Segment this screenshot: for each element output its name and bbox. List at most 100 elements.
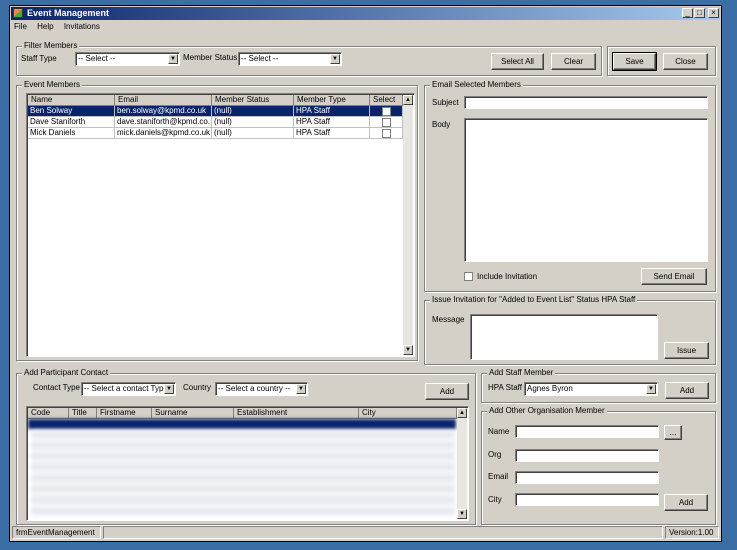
body-textarea[interactable] [464,118,708,262]
menu-help[interactable]: Help [37,22,53,31]
menu-invitations[interactable]: Invitations [64,22,100,31]
scroll-down-icon[interactable]: ▼ [457,509,467,519]
select-all-button[interactable]: Select All [491,53,544,70]
filter-members-group: Filter Members Staff Type -- Select -- ▼… [16,41,602,76]
email-group: Email Selected Members Subject Body Incl… [424,80,716,292]
col-header-surname[interactable]: Surname [152,408,234,419]
issue-button[interactable]: Issue [664,342,709,359]
event-members-label: Event Members [22,80,83,89]
cell-email[interactable]: mick.daniels@kpmd.co.uk [115,128,212,139]
email-input[interactable] [515,471,659,484]
col-header-member-type[interactable]: Member Type [294,95,370,106]
contact-type-label: Contact Type [33,383,80,392]
chevron-down-icon[interactable]: ▼ [168,54,178,64]
cell-name[interactable]: Dave Staniforth [28,117,115,128]
chevron-down-icon[interactable]: ▼ [164,384,174,394]
participant-grid[interactable]: Code Title Firstname Surname Establishme… [26,406,469,521]
cell-status[interactable]: (null) [212,106,294,117]
close-icon[interactable]: × [708,8,719,18]
menu-file[interactable]: File [14,22,27,31]
include-invitation-label[interactable]: Include Invitation [477,272,537,281]
row-select-checkbox[interactable] [382,129,391,138]
col-header-select[interactable]: Select [370,95,403,106]
status-version: Version:1.00 [665,526,719,539]
participant-scrollbar[interactable]: ▲ ▼ [457,408,467,519]
staff-type-value: -- Select -- [78,54,116,63]
cell-email[interactable]: ben.solway@kpmd.co.uk [115,106,212,117]
subject-input[interactable] [464,96,708,109]
col-header-email[interactable]: Email [115,95,212,106]
col-header-city[interactable]: City [359,408,457,419]
hpa-staff-value: Agnes Byron [527,384,573,393]
cell-name[interactable]: Mick Daniels [28,128,115,139]
add-other-org-label: Add Other Organisation Member [487,406,607,415]
members-scrollbar[interactable]: ▲ ▼ [403,95,413,355]
add-participant-label: Add Participant Contact [22,368,111,377]
cell-status[interactable]: (null) [212,117,294,128]
add-participant-group: Add Participant Contact Contact Type -- … [16,368,476,525]
message-textarea[interactable] [470,314,658,360]
cell-type[interactable]: HPA Staff [294,117,370,128]
main-window: Event Management _ □ × File Help Invitat… [9,5,722,542]
row-select-checkbox[interactable] [382,118,391,127]
issue-invitation-label: Issue Invitation for "Added to Event Lis… [430,295,638,304]
col-header-name[interactable]: Name [28,95,115,106]
selected-row-obscured[interactable] [28,419,456,429]
subject-label: Subject [432,98,459,107]
col-header-title[interactable]: Title [69,408,97,419]
browse-button[interactable]: ... [664,425,682,440]
status-form-name: frmEventManagement [12,526,101,539]
include-invitation-checkbox[interactable] [464,272,473,281]
cell-email[interactable]: dave.staniforth@kpmd.co. [115,117,212,128]
staff-type-label: Staff Type [21,54,57,63]
country-label: Country [183,383,212,392]
maximize-icon[interactable]: □ [694,8,705,18]
chevron-down-icon[interactable]: ▼ [296,384,306,394]
cell-name[interactable]: Ben Solway [28,106,115,117]
status-spacer [103,526,663,539]
col-header-establishment[interactable]: Establishment [234,408,359,419]
scroll-up-icon[interactable]: ▲ [457,408,467,418]
title-bar[interactable]: Event Management _ □ × [11,7,720,20]
window-title: Event Management [27,8,110,18]
member-status-select[interactable]: -- Select -- ▼ [238,52,342,66]
col-header-firstname[interactable]: Firstname [97,408,152,419]
hpa-staff-select[interactable]: Agnes Byron ▼ [524,382,658,396]
email-group-label: Email Selected Members [430,80,523,89]
city-label: City [488,495,502,504]
org-input[interactable] [515,449,659,462]
add-participant-button[interactable]: Add [425,383,469,400]
row-select-checkbox[interactable] [382,107,391,116]
add-other-org-group: Add Other Organisation Member Name ... O… [481,406,716,525]
country-select[interactable]: -- Select a country -- ▼ [215,382,308,396]
cell-type[interactable]: HPA Staff [294,106,370,117]
add-staff-group: Add Staff Member HPA Staff Agnes Byron ▼… [481,368,716,403]
event-members-grid[interactable]: Name Email Member Status Member Type Sel… [26,93,415,357]
add-other-org-button[interactable]: Add [664,494,708,511]
add-staff-button[interactable]: Add [665,382,709,399]
event-members-group: Event Members Name Email Member Status M… [16,80,418,361]
minimize-icon[interactable]: _ [682,8,693,18]
staff-type-select[interactable]: -- Select -- ▼ [75,52,180,66]
app-icon [13,8,23,18]
send-email-button[interactable]: Send Email [641,268,707,285]
clear-button[interactable]: Clear [551,53,596,70]
city-input[interactable] [515,493,659,506]
contact-type-select[interactable]: -- Select a contact Type ▼ [81,382,176,396]
save-button[interactable]: Save [612,52,657,71]
cell-status[interactable]: (null) [212,128,294,139]
menu-bar: File Help Invitations [14,22,108,34]
scroll-down-icon[interactable]: ▼ [403,345,413,355]
col-header-member-status[interactable]: Member Status [212,95,294,106]
name-input[interactable] [515,425,659,438]
chevron-down-icon[interactable]: ▼ [330,54,340,64]
scroll-up-icon[interactable]: ▲ [403,95,413,105]
close-button[interactable]: Close [663,53,708,70]
chevron-down-icon[interactable]: ▼ [646,384,656,394]
actions-group: Save Close [607,46,716,76]
col-header-code[interactable]: Code [28,408,69,419]
cell-type[interactable]: HPA Staff [294,128,370,139]
org-label: Org [488,450,502,459]
member-status-label: Member Status [183,53,238,62]
filter-members-label: Filter Members [22,41,80,50]
